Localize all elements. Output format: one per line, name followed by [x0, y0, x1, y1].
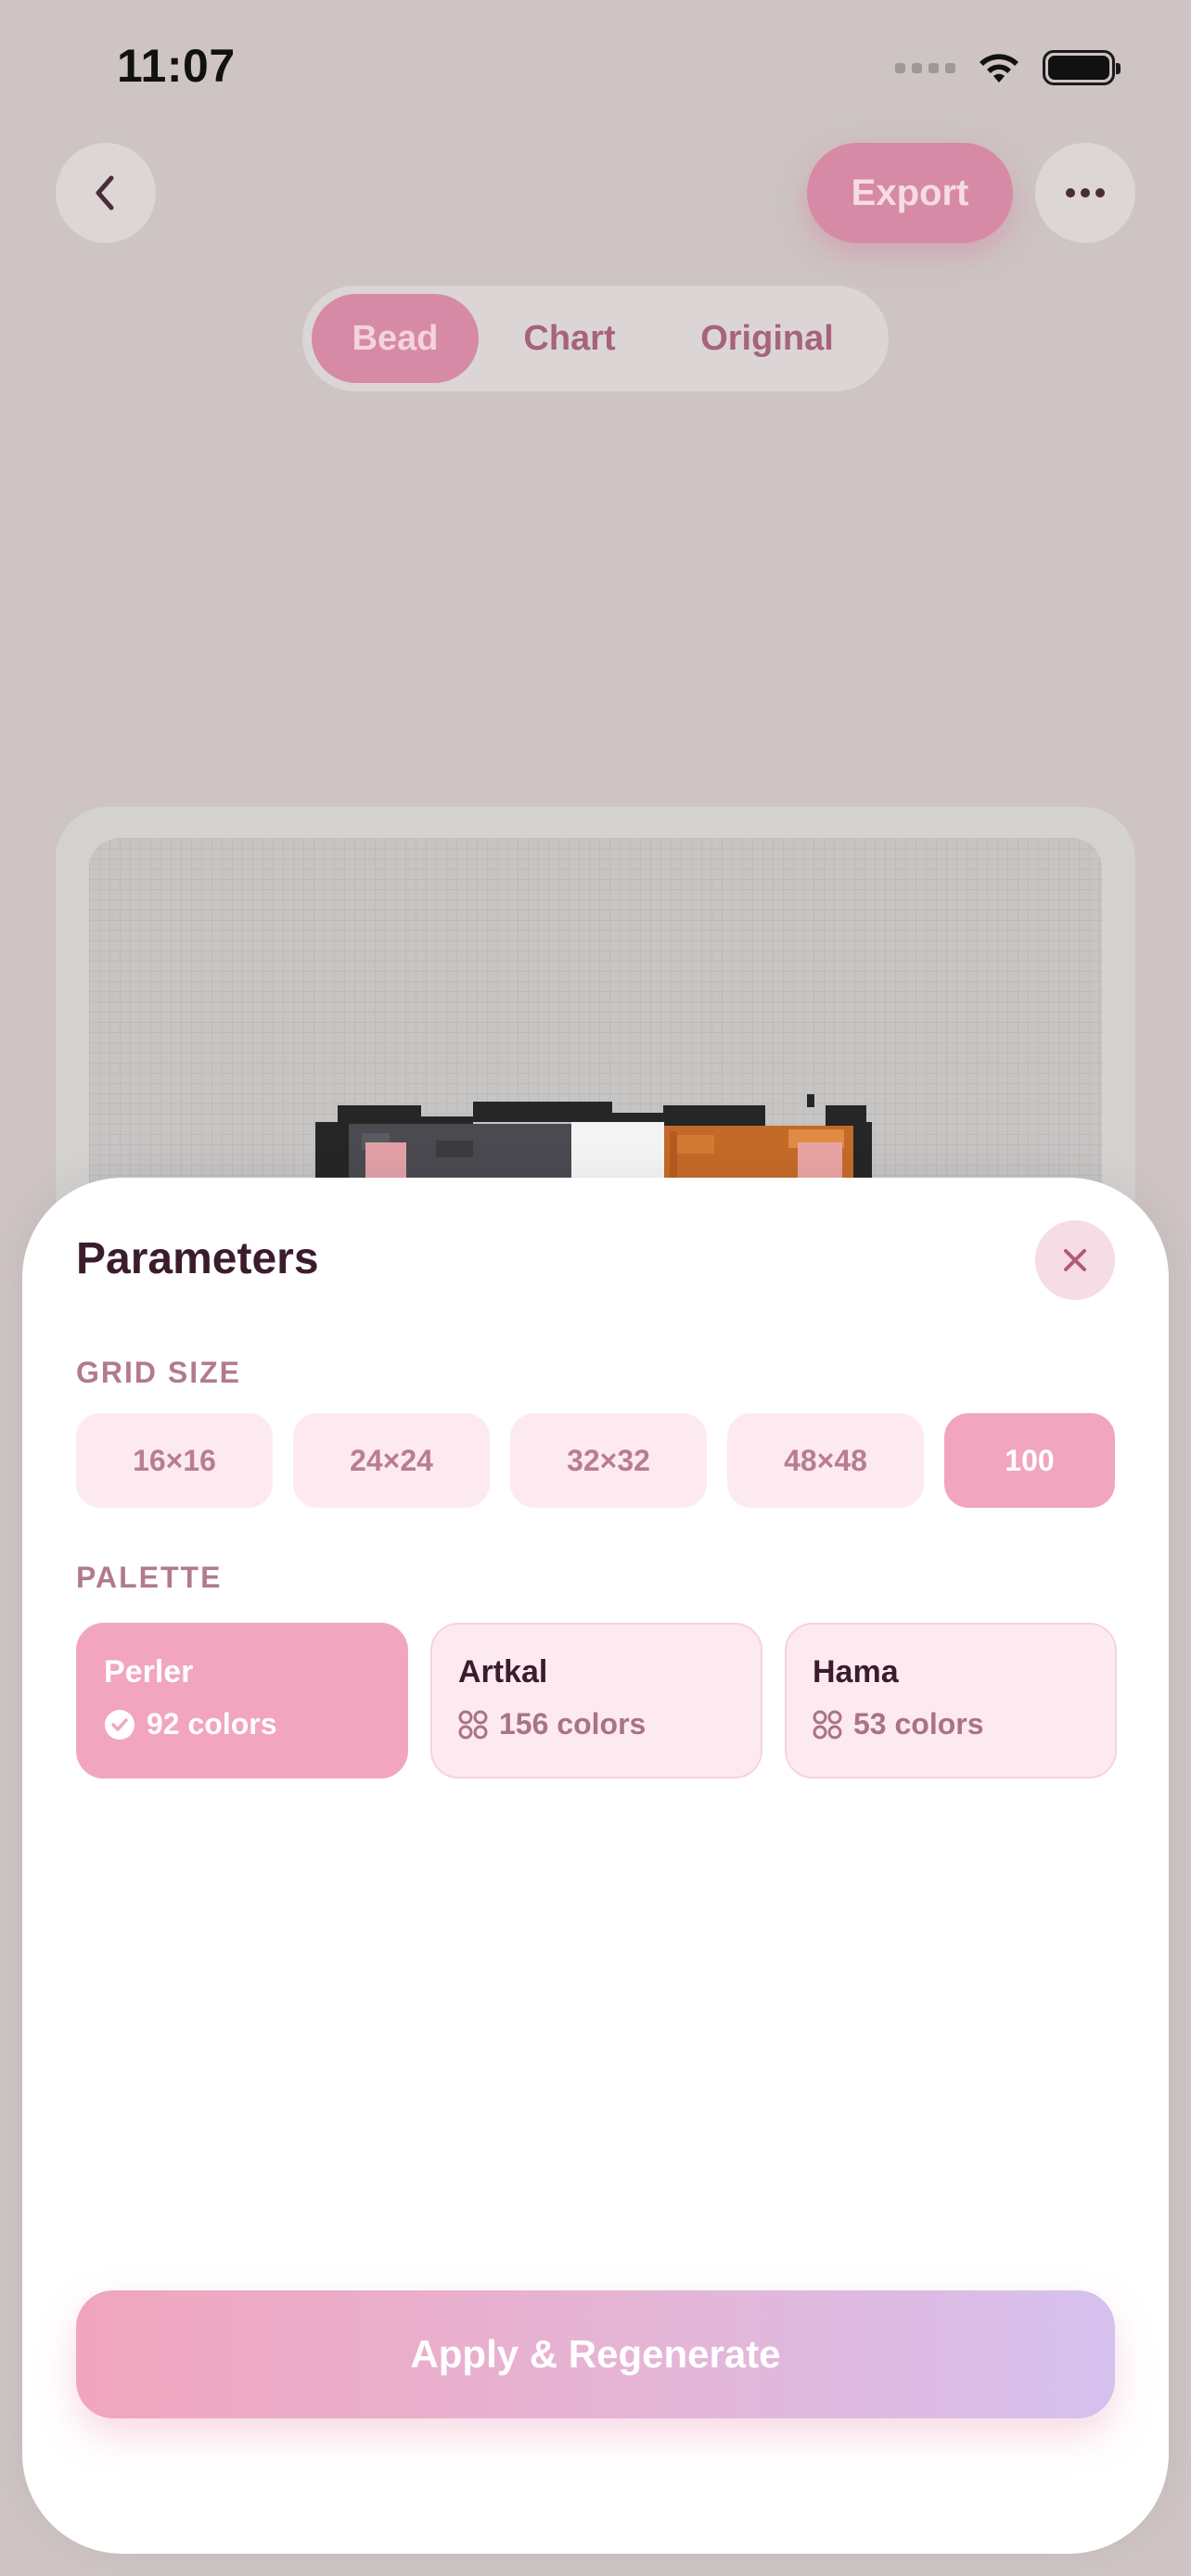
- grid-size-options: 16×16 24×24 32×32 48×48 100: [76, 1413, 1115, 1508]
- beads-grid-icon: [813, 1710, 842, 1739]
- palette-name: Hama: [813, 1654, 899, 1690]
- grid-option-48[interactable]: 48×48: [727, 1413, 924, 1508]
- palette-card-perler[interactable]: Perler 92 colors: [76, 1623, 408, 1779]
- ellipsis-icon: [1066, 188, 1105, 198]
- grid-option-16[interactable]: 16×16: [76, 1413, 273, 1508]
- status-icons: [895, 46, 1121, 89]
- cellular-signal-icon: [895, 62, 955, 73]
- close-icon: [1064, 1249, 1086, 1271]
- palette-name: Artkal: [458, 1654, 548, 1690]
- grid-option-32[interactable]: 32×32: [510, 1413, 707, 1508]
- palette-name: Perler: [104, 1654, 194, 1690]
- check-circle-icon: [105, 1709, 134, 1740]
- battery-icon: [1043, 50, 1121, 85]
- tab-bead[interactable]: Bead: [312, 294, 479, 383]
- grid-size-label: GRID SIZE: [76, 1356, 242, 1389]
- apply-regenerate-button[interactable]: Apply & Regenerate: [76, 2290, 1115, 2418]
- sheet-title: Parameters: [76, 1234, 319, 1283]
- chevron-left-icon: [96, 175, 114, 210]
- palette-options: Perler 92 colors Artkal 156 colors Hama: [76, 1623, 1117, 1779]
- palette-color-count: 92 colors: [147, 1707, 277, 1741]
- palette-label: PALETTE: [76, 1561, 223, 1594]
- palette-card-artkal[interactable]: Artkal 156 colors: [430, 1623, 762, 1779]
- grid-option-24[interactable]: 24×24: [293, 1413, 490, 1508]
- back-button[interactable]: [56, 143, 156, 243]
- status-time: 11:07: [117, 40, 236, 92]
- beads-grid-icon: [458, 1710, 488, 1739]
- more-options-button[interactable]: [1035, 143, 1135, 243]
- tab-chart[interactable]: Chart: [479, 294, 660, 383]
- grid-option-100[interactable]: 100: [944, 1413, 1115, 1508]
- bead-pattern-image: [315, 1094, 872, 1187]
- view-mode-segmented-control: Bead Chart Original: [302, 286, 889, 391]
- export-button[interactable]: Export: [807, 143, 1013, 243]
- close-button[interactable]: [1035, 1220, 1115, 1300]
- palette-color-count: 53 colors: [853, 1707, 984, 1741]
- palette-color-count: 156 colors: [499, 1707, 647, 1741]
- tab-original[interactable]: Original: [660, 294, 874, 383]
- palette-card-hama[interactable]: Hama 53 colors: [785, 1623, 1117, 1779]
- wifi-icon: [976, 49, 1022, 86]
